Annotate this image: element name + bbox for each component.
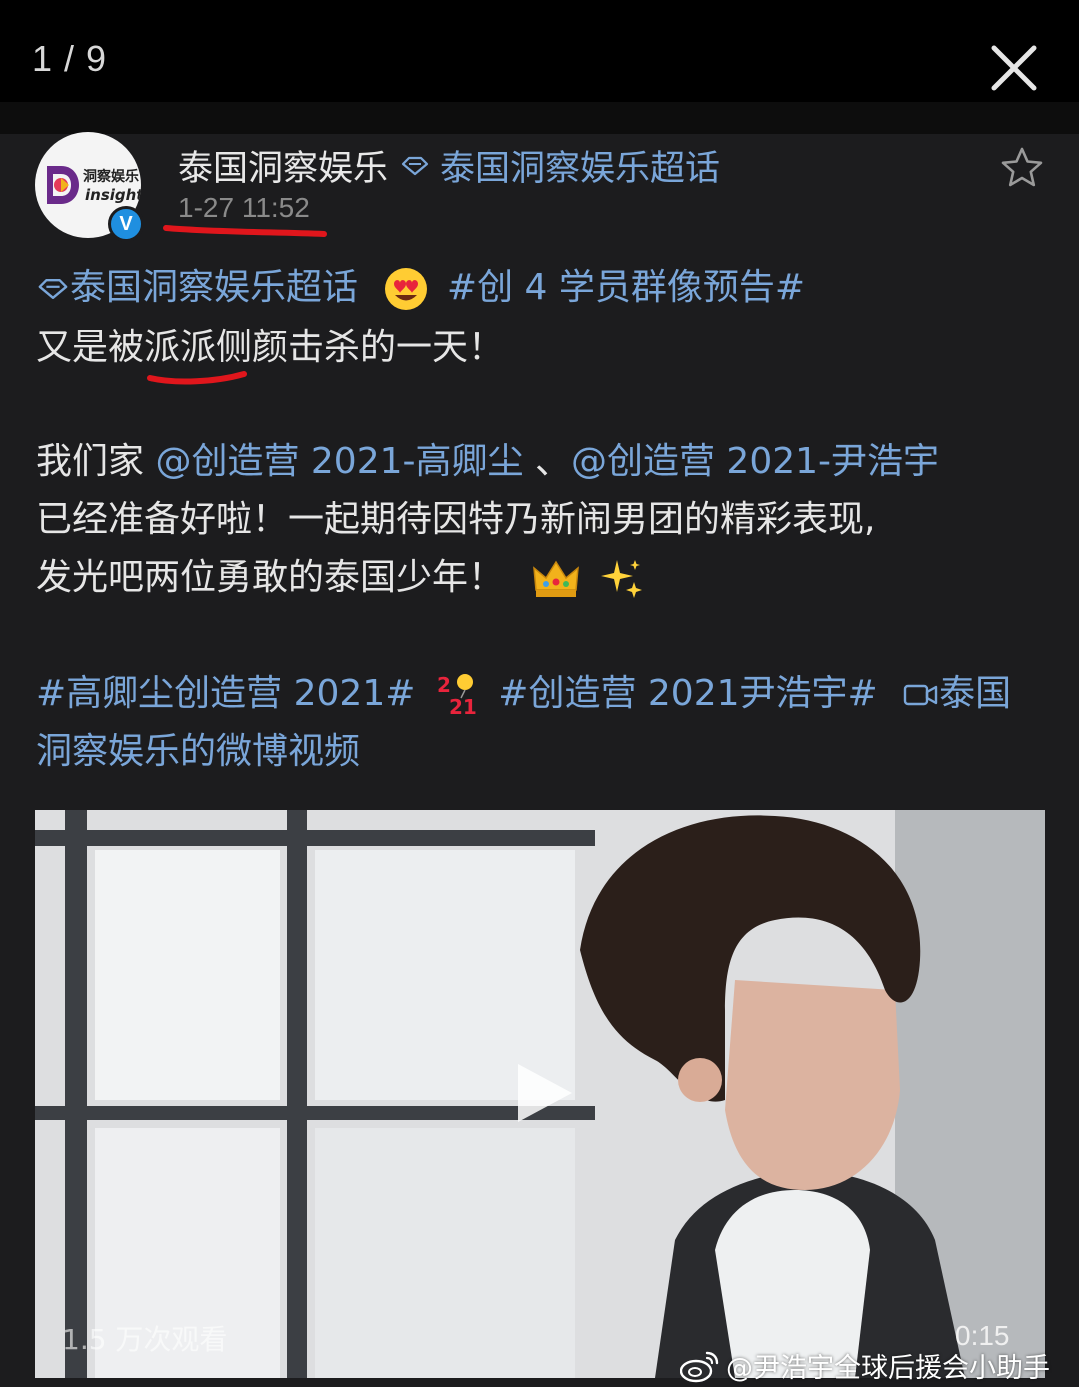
logo-d-icon: [47, 166, 79, 204]
star-icon[interactable]: [998, 144, 1046, 192]
topic-link[interactable]: 泰国洞察娱乐超话: [400, 140, 720, 191]
video-source-link[interactable]: 泰国: [903, 673, 1011, 714]
line3-separator: 、: [523, 441, 571, 482]
video-camera-icon: [903, 684, 938, 706]
viewer-topbar: 1 / 9: [0, 0, 1079, 102]
topic-inline-label: 泰国洞察娱乐超话: [70, 267, 359, 308]
balloon-2021-emoji: 2 21: [437, 673, 477, 718]
avatar-text-cn: 洞察娱乐: [83, 169, 139, 185]
close-icon[interactable]: [988, 42, 1040, 94]
divider: [0, 102, 1079, 134]
mention-link-2[interactable]: @创造营 2021-尹浩宇: [571, 441, 939, 482]
post-line-7[interactable]: 洞察娱乐的微博视频: [36, 730, 360, 774]
post-line-2: 又是被派派侧颜击杀的一天！: [36, 327, 505, 368]
post-line-3: 我们家 @创造营 2021-高卿尘 、@创造营 2021-尹浩宇: [36, 440, 939, 484]
sparkles-emoji: [600, 560, 642, 598]
hashtag-link[interactable]: #创造营 2021尹浩宇#: [498, 673, 877, 714]
post-line-1: 泰国洞察娱乐超话 #创 4 学员群像预告#: [36, 266, 805, 312]
weibo-watermark: @尹浩宇全球后援会小助手: [680, 1346, 1050, 1385]
post-line-6: #高卿尘创造营 2021# 2 21 #创造营 2021尹浩宇# 泰国: [36, 672, 1011, 718]
hashtag-link[interactable]: #创 4 学员群像预告#: [447, 267, 805, 308]
red-underline-mark: [147, 371, 247, 385]
red-underline-mark: [163, 225, 327, 237]
image-counter: 1 / 9: [32, 38, 108, 79]
svg-text:21: 21: [449, 695, 477, 718]
play-icon[interactable]: [508, 1058, 578, 1128]
video-source-label: 泰国: [939, 673, 1012, 714]
svg-text:2: 2: [437, 673, 451, 697]
post-timestamp: 1-27 11:52: [178, 192, 310, 223]
heart-eyes-emoji: [385, 268, 428, 310]
post-line-4: 已经准备好啦！一起期待因特乃新闹男团的精彩表现,: [36, 499, 876, 540]
author-name[interactable]: 泰国洞察娱乐: [178, 140, 388, 191]
avatar-text-en: insight: [85, 186, 141, 204]
watermark-text: @尹浩宇全球后援会小助手: [726, 1353, 1050, 1384]
hashtag-link[interactable]: #高卿尘创造营 2021#: [36, 673, 415, 714]
post-line-5: 发光吧两位勇敢的泰国少年！: [36, 556, 645, 602]
weibo-logo-icon: [680, 1351, 719, 1382]
crown-emoji: [533, 560, 580, 597]
diamond-icon: [38, 278, 68, 300]
verified-badge: V: [108, 206, 144, 242]
mention-link-1[interactable]: @创造营 2021-高卿尘: [155, 441, 523, 482]
topic-inline-link[interactable]: 泰国洞察娱乐超话: [36, 267, 369, 308]
topic-label: 泰国洞察娱乐超话: [440, 149, 721, 189]
diamond-icon: [401, 156, 429, 175]
line5-text: 发光吧两位勇敢的泰国少年！: [36, 557, 505, 598]
view-count: 1.5 万次观看: [62, 1323, 228, 1356]
author-row: 泰国洞察娱乐 泰国洞察娱乐超话: [178, 140, 720, 191]
line3-prefix: 我们家: [36, 441, 156, 482]
